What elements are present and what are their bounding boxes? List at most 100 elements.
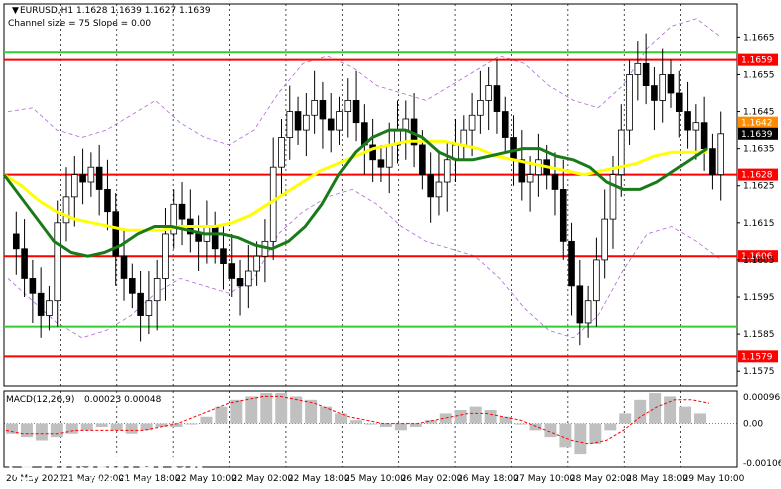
macd-hist-bar [230, 399, 243, 424]
candle-bull [601, 218, 608, 261]
level-badge-label: 1.1579 [741, 352, 773, 362]
macd-hist-bar [260, 393, 273, 424]
x-tick-label: 27 May 10:00 [513, 474, 575, 484]
x-tick-label: 28 May 02:00 [570, 474, 632, 484]
macd-hist-bar [200, 416, 213, 424]
candle-bull [253, 255, 260, 272]
candle-bull [659, 74, 667, 101]
candle-bull [717, 133, 725, 176]
candle-bull [311, 100, 318, 116]
candle-bear [667, 74, 675, 94]
candle-bull [402, 118, 410, 131]
candle-bear [120, 255, 128, 279]
candles [12, 33, 725, 346]
macd-label: MACD(12,26,9) [6, 395, 74, 405]
candle-bear [642, 62, 650, 86]
macd-hist-bar [589, 423, 602, 444]
candle-bear [236, 278, 244, 287]
candle-bear [129, 278, 136, 294]
instrument-label: EURUSD,H1 [20, 6, 73, 16]
candle-bear [12, 233, 20, 250]
candle-bear [559, 189, 567, 242]
watermark-logo-mark [18, 450, 36, 474]
candle-bull [535, 159, 542, 176]
macd-hist-bar [649, 393, 662, 424]
y-tick-label: 1.1665 [743, 33, 775, 43]
macd-hist-bar [664, 396, 677, 424]
y-tick-label: 1.1655 [743, 70, 775, 80]
header-triangle: ▼ [12, 6, 19, 16]
y-tick-label: 1.1625 [743, 182, 775, 192]
macd-hist-bar [125, 423, 138, 434]
y-tick-label: 1.1585 [743, 330, 775, 340]
macd-hist-bar [35, 423, 48, 441]
macd-hist-bar [484, 410, 497, 424]
macd-hist-bar [604, 423, 617, 431]
candle-bear [327, 118, 335, 131]
candle-bear [195, 233, 202, 242]
macd-hist-bar [185, 423, 198, 425]
macd-hist-bar [619, 413, 632, 424]
candle-bear [684, 111, 691, 131]
macd-hist-bar [20, 423, 33, 438]
candle-bear [79, 174, 86, 183]
macd-hist-bar [454, 410, 467, 424]
candle-bull [435, 181, 443, 198]
candle-bull [634, 62, 642, 75]
main-frame [3, 3, 738, 387]
candle-bear [178, 203, 186, 220]
macd-hist-bar [559, 423, 572, 448]
candle-bear [700, 122, 708, 150]
macd-hist-bar [679, 406, 692, 424]
main-grid [3, 3, 738, 387]
candle-bear [294, 111, 302, 131]
candle-bull [153, 278, 161, 302]
candle-bear [319, 100, 327, 120]
chart-svg: 1.16591.16281.16061.15791.16421.1639 1.1… [2, 3, 781, 487]
candle-bull [245, 270, 252, 287]
macd-hist-bar [364, 423, 377, 425]
macd-hist-bar [694, 413, 707, 424]
candle-bull [593, 259, 600, 302]
macd-hist-bar [110, 423, 123, 431]
candle-bear [104, 189, 111, 213]
macd-hist-bar [469, 406, 482, 424]
candle-bear [352, 100, 360, 124]
candle-bear [21, 248, 28, 279]
candle-bull [692, 122, 700, 131]
candle-bull [460, 129, 468, 146]
x-tick-label: 22 May 18:00 [288, 474, 350, 484]
candle-bull [468, 114, 476, 131]
candle-bear [568, 240, 575, 287]
macd-hist-bar [544, 423, 557, 438]
candle-bull [87, 166, 95, 183]
watermark-tagline: Instant Forex Trading [52, 476, 157, 487]
macd-hist-bar [95, 423, 108, 427]
x-tick-label: 25 May 10:00 [344, 474, 406, 484]
macd-hist-bar [50, 423, 63, 438]
candle-bear [551, 174, 559, 190]
candle-bull [278, 137, 285, 168]
x-tick-label: 29 May 10:00 [683, 474, 745, 484]
y-tick-label: 1.1575 [743, 367, 775, 377]
macd-hist-bar [574, 423, 587, 455]
candle-bear [220, 248, 227, 265]
level-badge-label: 1.1628 [741, 171, 773, 181]
macd-y-tick-label: -0.00106 [743, 459, 781, 469]
macd-hist-bar [394, 423, 407, 431]
macd-hist-bar [350, 420, 362, 424]
x-tick-label: 28 May 18:00 [626, 474, 688, 484]
ohlc-values: 1.1628 1.1639 1.1627 1.1639 [76, 6, 211, 16]
macd-y-tick-label: 0.00096 [743, 393, 780, 403]
candle-bull [584, 300, 592, 324]
candle-bear [709, 148, 716, 176]
candle-bull [477, 100, 484, 116]
candle-bear [493, 85, 501, 112]
candle-bull [526, 174, 534, 183]
candle-bull [70, 174, 78, 198]
candle-bear [228, 263, 236, 279]
candle-bull [269, 166, 277, 242]
candle-bear [29, 278, 37, 294]
macd-hist-bar [514, 423, 527, 425]
candle-bear [137, 292, 144, 316]
